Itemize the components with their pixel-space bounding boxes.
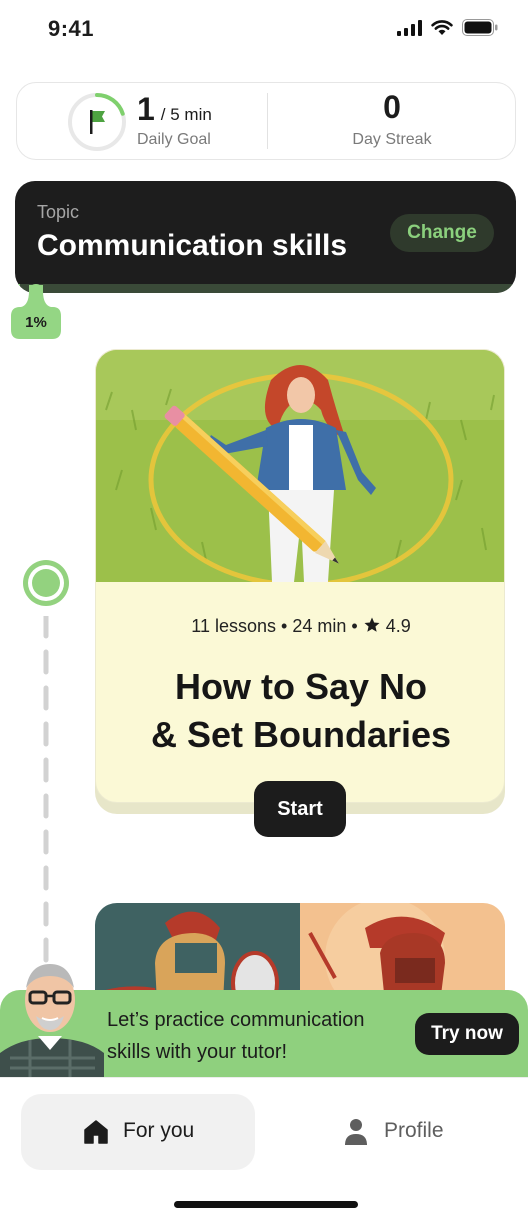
signal-icon [397,19,422,36]
goal-label: Daily Goal [137,131,211,148]
person-icon [345,1119,367,1145]
goal-progress-ring [68,93,126,151]
topic-label: Topic [37,202,80,222]
course-rating: 4.9 [385,616,411,636]
divider [267,93,268,149]
daily-goal-card[interactable]: 1 / 5 min Daily Goal 0 Day Streak [16,82,516,160]
timeline-path [43,616,49,976]
course-lessons: 11 lessons [191,616,276,636]
course-illustration [96,350,504,582]
topic-progress-track [15,284,516,293]
topic-card: Topic Communication skills Change [15,181,516,293]
flag-icon [90,110,105,134]
change-topic-button[interactable]: Change [390,214,494,252]
topic-progress-text: 1% [25,314,47,331]
current-lesson-node [23,560,69,606]
streak-label: Day Streak [352,131,432,148]
goal-current: 1 [137,91,155,127]
tab-profile-label: Profile [384,1119,444,1142]
goal-target: / 5 min [160,105,212,124]
tutor-avatar [0,964,104,1077]
status-time: 9:41 [48,16,95,41]
tab-for-you[interactable]: For you [21,1094,255,1170]
course-card[interactable]: 11 lessons • 24 min • 4.9 How to Say No … [95,349,505,814]
course-title-line-1: How to Say No [174,666,428,707]
topic-title: Communication skills [37,229,348,262]
tutor-banner-text: Let’s practice communication skills with… [107,1009,365,1063]
course-meta: 11 lessons • 24 min • 4.9 [191,616,411,636]
start-button[interactable]: Start [254,781,346,837]
goal-value: 1 / 5 min [137,91,212,128]
tab-profile[interactable]: Profile [320,1094,480,1170]
course-duration: 24 min [292,616,347,636]
status-icons [397,19,498,36]
battery-icon [462,19,498,36]
tab-bar: For you Profile [0,1077,528,1218]
course-title-line-2: & Set Boundaries [150,714,452,755]
wifi-icon [431,19,453,35]
home-indicator [174,1201,358,1208]
home-icon [84,1120,108,1144]
status-bar: 9:41 [0,0,528,60]
try-now-button[interactable]: Try now [415,1013,519,1055]
star-icon [364,617,380,632]
tab-for-you-label: For you [123,1119,195,1142]
streak-value: 0 [383,89,401,125]
course-title: How to Say No & Set Boundaries [96,663,504,759]
topic-progress-badge: 1% [11,282,61,339]
